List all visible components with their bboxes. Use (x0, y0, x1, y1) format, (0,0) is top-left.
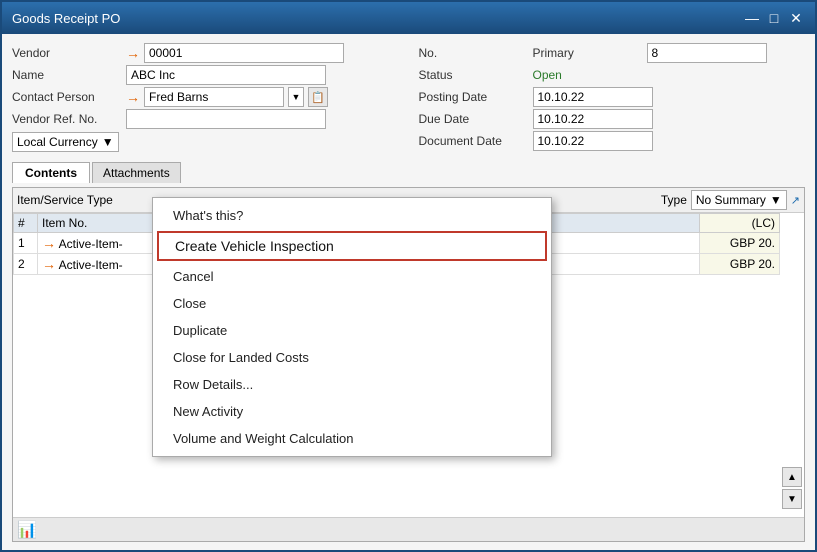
menu-item-whats-this[interactable]: What's this? (153, 202, 551, 229)
menu-item-cancel[interactable]: Cancel (153, 263, 551, 290)
main-window: Goods Receipt PO — □ ✕ Vendor → Name (0, 0, 817, 552)
context-menu-overlay: What's this? Create Vehicle Inspection C… (2, 2, 815, 550)
menu-item-row-details[interactable]: Row Details... (153, 371, 551, 398)
menu-item-close-landed-costs[interactable]: Close for Landed Costs (153, 344, 551, 371)
menu-item-create-vehicle-inspection[interactable]: Create Vehicle Inspection (157, 231, 547, 261)
menu-item-volume-weight[interactable]: Volume and Weight Calculation (153, 425, 551, 452)
context-menu: What's this? Create Vehicle Inspection C… (152, 197, 552, 457)
menu-item-new-activity[interactable]: New Activity (153, 398, 551, 425)
menu-item-duplicate[interactable]: Duplicate (153, 317, 551, 344)
menu-item-close[interactable]: Close (153, 290, 551, 317)
